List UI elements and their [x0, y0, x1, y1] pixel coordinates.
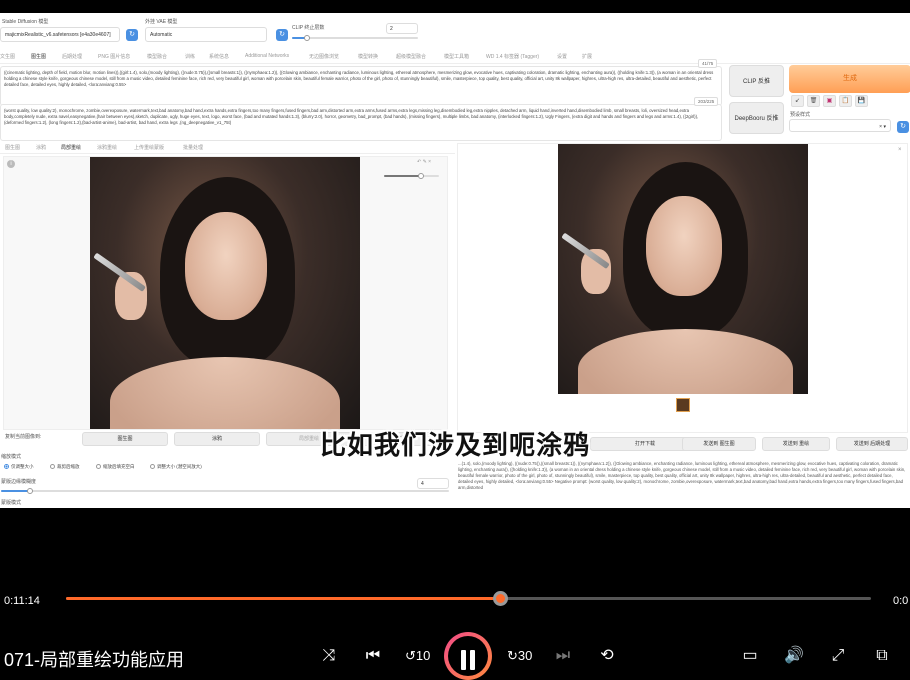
pause-icon — [448, 636, 488, 676]
fullscreen-icon[interactable]: ⤢ — [826, 644, 850, 668]
refresh-style-icon[interactable]: ↻ — [897, 121, 909, 133]
clear-icon[interactable]: × ▾ — [879, 124, 886, 130]
rewind-10-icon[interactable]: ↺10 — [405, 644, 430, 668]
tab-txt2img[interactable]: 文生图 — [0, 53, 15, 60]
mask-mode-label: 蒙版模式 — [1, 500, 22, 506]
subtab-sketch[interactable]: 涂鸦 — [36, 144, 46, 151]
pause-button[interactable] — [444, 632, 492, 680]
preset-label: 预设样式 — [790, 112, 811, 118]
subtitles-icon[interactable]: ▭ — [738, 644, 762, 668]
tab-super-merge[interactable]: 超级模型融合 — [396, 53, 426, 60]
save-icon[interactable]: 💾 — [855, 95, 868, 107]
resize-mode-just-resize[interactable]: 仅调整大小 — [4, 464, 34, 470]
shuffle-icon[interactable]: ⤨ — [317, 644, 341, 668]
resize-mode-label-1: 裁剪后缩放 — [57, 464, 80, 469]
clip-interrogate-button[interactable]: CLIP 反推 — [729, 65, 784, 97]
positive-token-count: 41/75 — [698, 59, 718, 68]
subtab-batch[interactable]: 批量处理 — [183, 144, 203, 151]
next-icon[interactable]: ⏭ — [551, 644, 575, 668]
tab-merge[interactable]: 模型融合 — [147, 53, 167, 60]
tab-settings[interactable]: 设置 — [557, 53, 567, 60]
negative-token-count: 203/225 — [694, 97, 719, 106]
progress-played — [66, 597, 500, 600]
resize-mode-label-0: 仅调整大小 — [11, 464, 34, 469]
tab-img2img[interactable]: 图生图 — [31, 53, 46, 60]
output-image[interactable] — [558, 144, 808, 394]
img2img-subtabs: 图生图 涂鸦 局部重绘 涂鸦重绘 上传重绘蒙版 批量处理 — [0, 141, 455, 154]
generation-info: ...(1.4), solo,(moody lighting), ((nude:… — [458, 461, 906, 490]
clip-value[interactable]: 2 — [386, 23, 418, 34]
inpaint-canvas-panel[interactable]: i ↶ ✎ × — [3, 156, 448, 430]
mask-blur-label: 蒙版边缘模糊度 — [1, 479, 37, 485]
progress-thumb[interactable] — [492, 591, 508, 606]
style-icon[interactable]: ▣ — [823, 95, 836, 107]
brush-size-slider[interactable] — [384, 173, 439, 179]
tab-image-browser[interactable]: 无边图像浏览 — [309, 53, 339, 60]
tab-additional-networks[interactable]: Additional Networks — [245, 53, 289, 59]
clip-slider[interactable] — [292, 35, 418, 41]
clip-label: CLIP 终止层数 — [292, 25, 325, 31]
main-tabs: 文生图 图生图 后期处理 PNG 图片信息 模型融合 训练 系统信息 Addit… — [0, 50, 910, 64]
model-label: Stable Diffusion 模型 — [2, 19, 49, 25]
subtab-inpaint[interactable]: 局部重绘 — [61, 144, 81, 151]
video-subtitle: 比如我们涉及到呃涂鸦 — [319, 430, 590, 460]
loop-icon[interactable]: ⟲ — [595, 644, 619, 668]
volume-icon[interactable]: 🔊 — [782, 644, 806, 668]
output-thumbnail[interactable] — [676, 398, 690, 412]
top-letterbox — [0, 0, 910, 13]
tab-png-info[interactable]: PNG 图片信息 — [98, 53, 130, 60]
total-time: 0:0 — [893, 595, 909, 607]
video-player-window: Stable Diffusion 模型 majicmixRealistic_v6… — [0, 0, 910, 680]
clipboard-icon[interactable]: 📋 — [839, 95, 852, 107]
tab-sysinfo[interactable]: 系统信息 — [209, 53, 229, 60]
canvas-tools-icon[interactable]: ↶ ✎ × — [417, 159, 431, 165]
progress-bar[interactable] — [66, 591, 871, 606]
positive-prompt[interactable]: ((cinematic lighting, depth of field, mo… — [0, 66, 722, 106]
preset-select[interactable]: × ▾ — [789, 119, 891, 132]
resize-mode-latent[interactable]: 调整大小 (潜空间放大) — [150, 464, 202, 470]
output-gallery: × — [457, 143, 908, 433]
forward-30-icon[interactable]: ↻30 — [507, 644, 532, 668]
tab-model-toolkit[interactable]: 模型工具箱 — [444, 53, 469, 60]
video-title: 071-局部重绘功能应用 — [4, 650, 185, 670]
paste-icon[interactable]: ↙ — [791, 95, 804, 107]
tab-model-convert[interactable]: 模型转换 — [358, 53, 378, 60]
close-gallery-icon[interactable]: × — [898, 147, 902, 153]
model-select[interactable]: majicmixRealistic_v6.safetensors [e4a30e… — [0, 27, 120, 42]
inpaint-source-image[interactable] — [90, 157, 360, 429]
current-time: 0:11:14 — [4, 595, 40, 607]
resize-mode-fill[interactable]: 缩放后填充空白 — [96, 464, 135, 470]
pip-icon[interactable]: ⧉ — [870, 644, 894, 668]
vae-select[interactable]: Automatic — [145, 27, 267, 42]
trash-icon[interactable]: 🗑 — [807, 95, 820, 107]
mask-blur-value[interactable]: 4 — [417, 478, 449, 489]
subtab-inpaint-sketch[interactable]: 涂鸦重绘 — [97, 144, 117, 151]
resize-mode-label-2: 缩放后填充空白 — [103, 464, 135, 469]
resize-mode-label-3: 调整大小 (潜空间放大) — [157, 464, 202, 469]
previous-icon[interactable]: ⏮ — [361, 644, 385, 668]
info-icon: i — [7, 160, 15, 168]
tab-train[interactable]: 训练 — [185, 53, 195, 60]
subtab-inpaint-upload[interactable]: 上传重绘蒙版 — [134, 144, 164, 151]
generate-button[interactable]: 生成 — [789, 65, 910, 93]
tab-extensions[interactable]: 扩展 — [582, 53, 592, 60]
resize-mode-crop[interactable]: 裁剪后缩放 — [50, 464, 80, 470]
deepbooru-button[interactable]: DeepBooru 反推 — [729, 102, 784, 134]
subtab-img2img[interactable]: 图生图 — [5, 144, 20, 151]
tab-extras[interactable]: 后期处理 — [62, 53, 82, 60]
vae-label: 外挂 VAE 模型 — [145, 19, 178, 25]
refresh-vae-icon[interactable]: ↻ — [276, 29, 288, 41]
negative-prompt[interactable]: (worst quality, low quality:2), monochro… — [0, 104, 722, 141]
tab-tagger[interactable]: WD 1.4 标签器 (Tagger) — [486, 53, 539, 60]
mask-blur-slider[interactable] — [1, 488, 449, 494]
refresh-icon[interactable]: ↻ — [126, 29, 138, 41]
player-controls: 0:11:14 0:0 071-局部重绘功能应用 ⤨ ⏮ ↺10 ↻30 ⏭ ⟲… — [0, 580, 910, 680]
